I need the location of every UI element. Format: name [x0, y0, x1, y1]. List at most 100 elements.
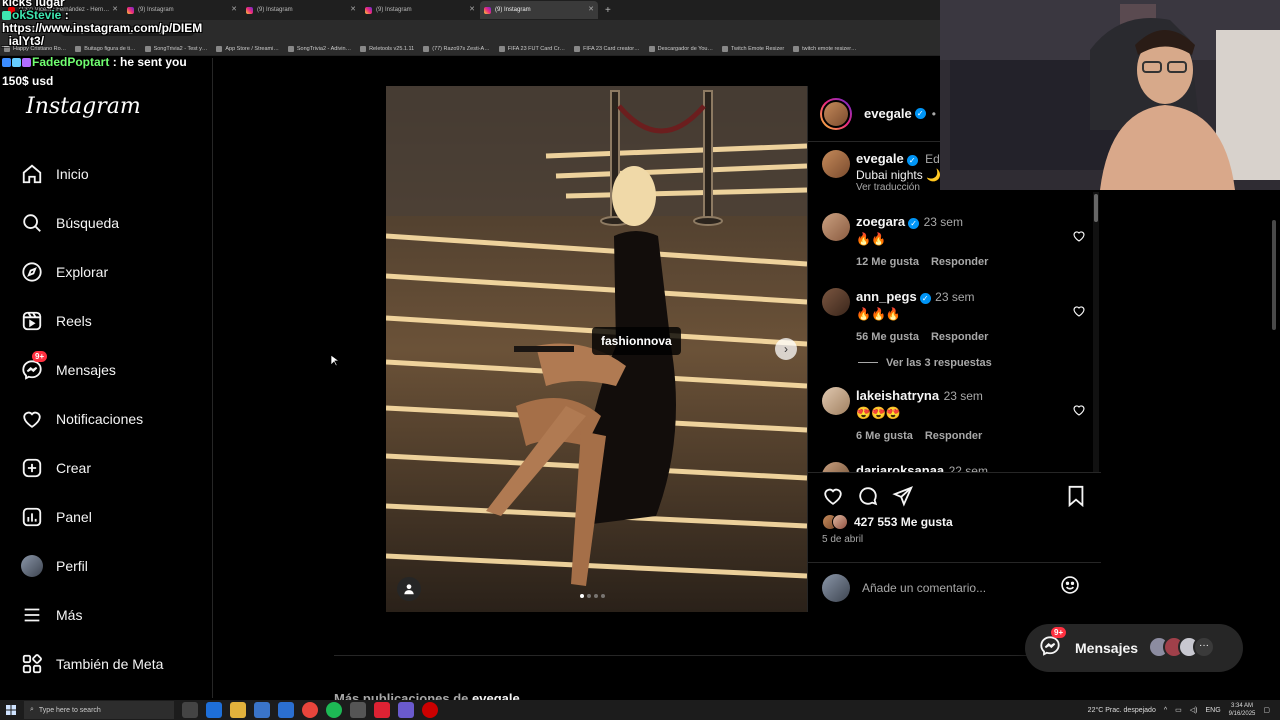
notifications-icon[interactable]: ▢ [1263, 706, 1270, 714]
new-tab-button[interactable]: + [605, 5, 611, 16]
close-icon[interactable]: ✕ [588, 5, 594, 13]
carousel-indicator [580, 594, 605, 598]
bookmark-item[interactable]: App Store / Streami… [216, 45, 279, 52]
caption-username[interactable]: evegale [856, 151, 904, 166]
comment-body: ann_pegs ✓ 23 sem 🔥🔥🔥 56 Me gusta Responde… [856, 288, 1066, 369]
browser-tab[interactable]: (9) Instagram ✕ [242, 1, 360, 19]
bookmark-item[interactable]: FIFA 23 FUT Card Cr… [498, 45, 565, 52]
bookmark-item[interactable]: twitch emote resizer… [793, 45, 857, 52]
bookmark-item[interactable]: Twitch Emote Resizer [721, 45, 784, 52]
clock[interactable]: 3:34 AM 9/16/2025 [1229, 702, 1256, 718]
meta-grid-icon [20, 652, 44, 676]
view-replies-link[interactable]: Ver las 3 respuestas [858, 357, 1066, 369]
comment-likes[interactable]: 6 Me gusta [856, 430, 913, 442]
bookmark-item[interactable]: SongTrivia2 - Adivin… [287, 45, 351, 52]
sidebar-item-reels[interactable]: Reels [20, 308, 92, 334]
browser-tab-active[interactable]: (9) Instagram ✕ [480, 1, 598, 19]
author-avatar[interactable] [822, 150, 850, 178]
sidebar-item-tambien-de-meta[interactable]: También de Meta [20, 651, 163, 677]
commenter-avatar[interactable] [822, 288, 850, 316]
heart-icon[interactable] [1072, 403, 1086, 422]
bookmark-favicon-icon [498, 45, 505, 52]
emoji-icon[interactable] [1060, 575, 1080, 600]
close-icon[interactable]: ✕ [350, 5, 356, 13]
comment-bubble-icon[interactable] [857, 485, 879, 512]
likes-count[interactable]: 427 553 Me gusta [822, 514, 953, 530]
sidebar-item-notificaciones[interactable]: Notificaciones [20, 406, 143, 432]
taskbar-search[interactable]: ⌕ Type here to search [24, 701, 174, 719]
store-icon[interactable] [254, 702, 270, 718]
comment-input[interactable]: Añade un comentario... [862, 581, 1052, 595]
home-icon [20, 162, 44, 186]
language-indicator[interactable]: ENG [1206, 707, 1221, 714]
comment-username[interactable]: zoegara [856, 214, 905, 229]
network-icon[interactable]: ▭ [1175, 706, 1182, 714]
sidebar-item-panel[interactable]: Panel [20, 504, 92, 530]
sidebar-item-explorar[interactable]: Explorar [20, 259, 108, 285]
comment-username[interactable]: lakeishatryna [856, 388, 939, 403]
commenter-avatar[interactable] [822, 462, 850, 472]
volume-icon[interactable]: ◁) [1190, 706, 1198, 714]
chrome-icon[interactable] [302, 702, 318, 718]
user-tag-icon[interactable] [397, 577, 421, 601]
sidebar-item-mensajes[interactable]: 9+ Mensajes [20, 351, 116, 383]
reply-button[interactable]: Responder [925, 430, 982, 442]
author-username[interactable]: evegale [864, 106, 912, 121]
user-tag-label[interactable]: fashionnova [592, 327, 681, 355]
comments-scrollbar[interactable] [1093, 192, 1099, 472]
bookmark-item[interactable]: Descargador de You… [648, 45, 713, 52]
like-heart-icon[interactable] [822, 485, 844, 512]
verified-icon: ✓ [908, 218, 920, 229]
chevron-right-icon[interactable]: › [775, 338, 797, 360]
sidebar-item-inicio[interactable]: Inicio [20, 161, 89, 187]
windows-start-icon[interactable] [0, 700, 22, 720]
bookmark-icon[interactable] [1066, 485, 1086, 512]
comment-meta: 6 Me gusta Responder [856, 430, 1066, 442]
heart-icon[interactable] [1072, 229, 1086, 248]
instagram-icon [484, 6, 491, 14]
weather-widget[interactable]: 22°C Prac. despejado [1088, 707, 1156, 714]
author-avatar[interactable] [820, 97, 852, 130]
post-date[interactable]: 5 de abril [822, 534, 863, 545]
spotify-icon[interactable] [326, 702, 342, 718]
bookmark-item[interactable]: Reletools v25.1.11 [360, 45, 414, 52]
compass-icon [20, 260, 44, 284]
messages-pill[interactable]: 9+ Mensajes ··· [1025, 624, 1243, 672]
commenter-avatar[interactable] [822, 387, 850, 415]
browser-tab[interactable]: (9) Instagram ✕ [361, 1, 479, 19]
taskbar: ⌕ Type here to search 22°C Prac. despejad… [0, 700, 1280, 720]
comment-likes[interactable]: 56 Me gusta [856, 331, 919, 343]
share-send-icon[interactable] [892, 485, 914, 512]
sidebar-item-perfil[interactable]: Perfil [20, 553, 88, 579]
edge-icon[interactable] [206, 702, 222, 718]
sidebar-item-mas[interactable]: Más [20, 602, 82, 628]
comment-username[interactable]: dariaroksanaa [856, 463, 944, 472]
chevron-up-icon[interactable]: ^ [1164, 707, 1167, 714]
bookmark-item[interactable]: (77) Razo97s Zesti-A… [423, 45, 490, 52]
scrollbar-thumb[interactable] [1272, 220, 1276, 330]
task-view-icon[interactable] [182, 702, 198, 718]
bookmark-item[interactable]: FIFA 23 Card creator… [574, 45, 640, 52]
commenter-avatar[interactable] [822, 213, 850, 241]
scrollbar-thumb[interactable] [1094, 194, 1098, 222]
sidebar-item-busqueda[interactable]: Búsqueda [20, 210, 119, 236]
app-icon[interactable] [374, 702, 390, 718]
separator-dot: • [931, 106, 936, 121]
comment-username[interactable]: ann_pegs [856, 289, 917, 304]
reply-button[interactable]: Responder [931, 256, 988, 268]
heart-icon[interactable] [1072, 304, 1086, 323]
comment-likes[interactable]: 12 Me gusta [856, 256, 919, 268]
page-scrollbar[interactable] [1270, 190, 1278, 700]
comment-meta: 56 Me gusta Responder [856, 331, 1066, 343]
instagram-logo[interactable]: Instagram [26, 94, 141, 119]
file-explorer-icon[interactable] [230, 702, 246, 718]
mail-icon[interactable] [278, 702, 294, 718]
sidebar-item-crear[interactable]: Crear [20, 455, 91, 481]
close-icon[interactable]: ✕ [231, 5, 237, 13]
bookmark-favicon-icon [287, 45, 294, 52]
opera-icon[interactable] [422, 702, 438, 718]
close-icon[interactable]: ✕ [469, 5, 475, 13]
obs-icon[interactable] [398, 702, 414, 718]
reply-button[interactable]: Responder [931, 331, 988, 343]
calculator-icon[interactable] [350, 702, 366, 718]
